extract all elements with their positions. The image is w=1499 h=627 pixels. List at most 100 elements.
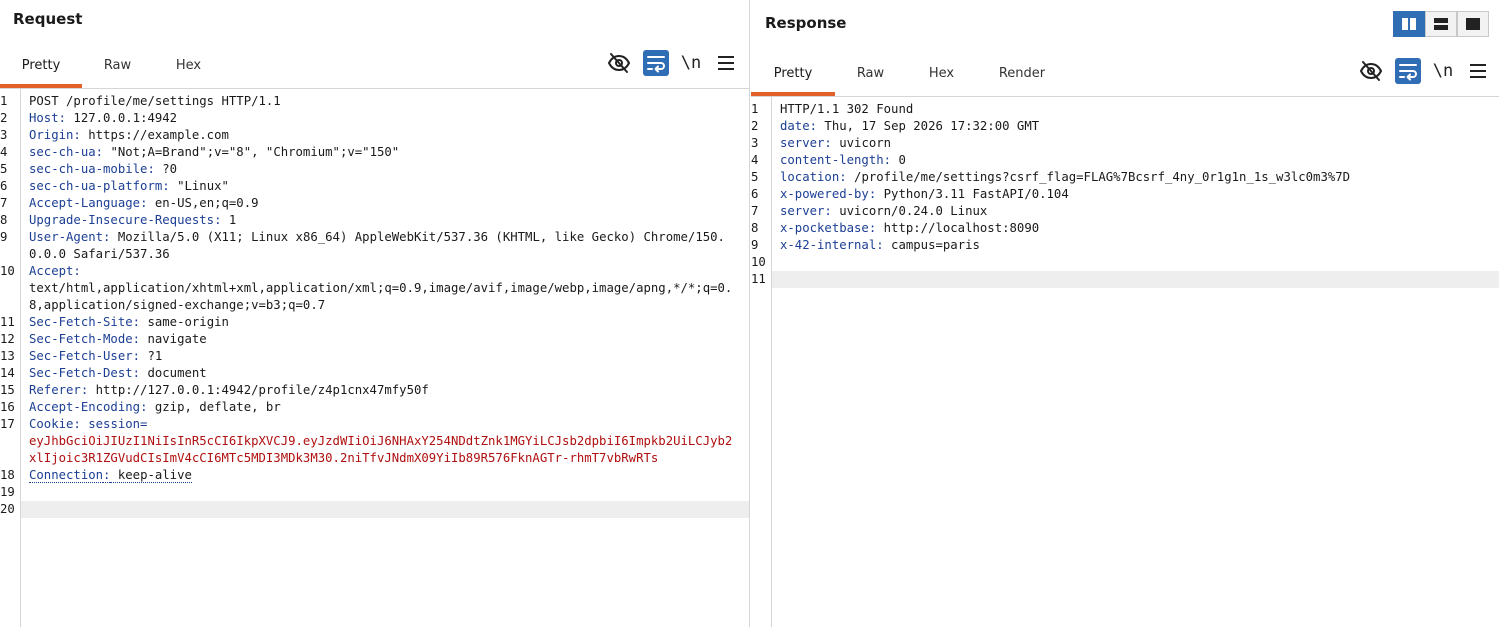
response-line[interactable]: 3 server: uvicorn xyxy=(751,135,1499,152)
line-code: Sec-Fetch-User: ?1 xyxy=(21,348,749,365)
header-name: location xyxy=(780,170,840,184)
response-line[interactable]: 11 ​ xyxy=(751,271,1499,288)
request-line[interactable]: 5 sec-ch-ua-mobile: ?0 xyxy=(0,161,749,178)
word-wrap-icon[interactable] xyxy=(1395,58,1421,84)
response-tab-raw[interactable]: Raw xyxy=(835,64,906,94)
response-line[interactable]: 10 ​ xyxy=(751,254,1499,271)
line-code: ​ xyxy=(772,271,1499,288)
header-value: /profile/me/settings?csrf_flag=FLAG%7Bcs… xyxy=(846,170,1351,184)
line-number: 7 xyxy=(751,204,759,218)
header-value: en-US,en;q=0.9 xyxy=(147,196,259,210)
line-number: 3 xyxy=(0,128,8,142)
line-code: server: uvicorn/0.24.0 Linux xyxy=(772,203,1499,220)
request-tab-raw[interactable]: Raw xyxy=(82,56,153,86)
line-number: 6 xyxy=(0,179,8,193)
request-line[interactable]: 7 Accept-Language: en-US,en;q=0.9 xyxy=(0,195,749,212)
request-line[interactable]: 1 POST /profile/me/settings HTTP/1.1 xyxy=(0,93,749,110)
request-editor[interactable]: 1 POST /profile/me/settings HTTP/1.1 2 Host… xyxy=(0,89,749,627)
line-code: server: uvicorn xyxy=(772,135,1499,152)
header-name: sec-ch-ua xyxy=(29,145,96,159)
split-vertical-icon[interactable] xyxy=(1393,11,1425,37)
line-number: 1 xyxy=(751,102,759,116)
line-code: Host: 127.0.0.1:4942 xyxy=(21,110,749,127)
request-line[interactable]: 18 Connection: keep-alive xyxy=(0,467,749,484)
line-code: HTTP/1.1 302 Found xyxy=(780,102,914,116)
header-colon: : xyxy=(73,128,81,142)
header-name: Sec-Fetch-User xyxy=(29,349,133,363)
request-line[interactable]: 6 sec-ch-ua-platform: "Linux" xyxy=(0,178,749,195)
request-line[interactable]: 3 Origin: https://example.com xyxy=(0,127,749,144)
header-colon: : xyxy=(147,162,155,176)
request-line[interactable]: 9 User-Agent: Mozilla/5.0 (X11; Linux x86… xyxy=(0,229,749,263)
hamburger-menu-icon[interactable] xyxy=(1465,58,1491,84)
request-line[interactable]: 15 Referer: http://127.0.0.1:4942/profile… xyxy=(0,382,749,399)
header-colon: : xyxy=(809,119,818,133)
response-line[interactable]: 7 server: uvicorn/0.24.0 Linux xyxy=(751,203,1499,220)
header-value: 127.0.0.1:4942 xyxy=(66,111,178,125)
line-code: content-length: 0 xyxy=(772,152,1499,169)
request-line[interactable]: 16 Accept-Encoding: gzip, deflate, br xyxy=(0,399,749,416)
response-tab-hex[interactable]: Hex xyxy=(906,64,977,94)
request-tab-hex[interactable]: Hex xyxy=(153,56,224,86)
line-number: 11 xyxy=(751,272,766,286)
line-code: Cookie: session= eyJhbGciOiJIUzI1NiIsInR… xyxy=(21,416,749,467)
header-value: http://127.0.0.1:4942/profile/z4p1cnx47m… xyxy=(88,383,429,397)
request-line[interactable]: 11 Sec-Fetch-Site: same-origin xyxy=(0,314,749,331)
request-line[interactable]: 14 Sec-Fetch-Dest: document xyxy=(0,365,749,382)
request-panel: Request Pretty Raw Hex \n 1 POST /profil… xyxy=(0,0,750,627)
header-colon: : xyxy=(824,204,832,218)
eye-off-icon[interactable] xyxy=(606,50,632,76)
request-line[interactable]: 13 Sec-Fetch-User: ?1 xyxy=(0,348,749,365)
eye-off-icon[interactable] xyxy=(1358,58,1384,84)
line-code: Upgrade-Insecure-Requests: 1 xyxy=(21,212,749,229)
request-line[interactable]: 17 Cookie: session= eyJhbGciOiJIUzI1NiIsI… xyxy=(0,416,749,467)
newline-icon[interactable]: \n xyxy=(1432,58,1454,84)
response-tab-render[interactable]: Render xyxy=(977,64,1067,94)
line-code: ​ xyxy=(21,484,749,501)
line-number: 8 xyxy=(0,213,8,227)
request-title: Request xyxy=(13,10,83,28)
response-line[interactable]: 9 x-42-internal: campus=paris xyxy=(751,237,1499,254)
request-line[interactable]: 19 ​ xyxy=(0,484,749,501)
response-panel: Response Pretty Raw Hex Render \n 1 HTTP… xyxy=(751,0,1499,627)
word-wrap-icon[interactable] xyxy=(643,50,669,76)
request-tab-pretty[interactable]: Pretty xyxy=(0,56,82,88)
header-value: uvicorn xyxy=(831,136,892,150)
response-line[interactable]: 4 content-length: 0 xyxy=(751,152,1499,169)
header-value: uvicorn/0.24.0 Linux xyxy=(831,204,988,218)
header-name: Origin xyxy=(29,128,74,142)
newline-icon[interactable]: \n xyxy=(680,50,702,76)
header-value: navigate xyxy=(140,332,207,346)
response-line[interactable]: 5 location: /profile/me/settings?csrf_fla… xyxy=(751,169,1499,186)
request-line[interactable]: 10 Accept: text/html,application/xhtml+xm… xyxy=(0,263,749,314)
line-number: 6 xyxy=(751,187,759,201)
response-line[interactable]: 8 x-pocketbase: http://localhost:8090 xyxy=(751,220,1499,237)
line-code: Sec-Fetch-Site: same-origin xyxy=(21,314,749,331)
line-code: x-pocketbase: http://localhost:8090 xyxy=(772,220,1499,237)
header-name: Accept-Language xyxy=(29,196,141,210)
line-number: 17 xyxy=(0,417,15,431)
response-line[interactable]: 6 x-powered-by: Python/3.11 FastAPI/0.104 xyxy=(751,186,1499,203)
line-code: User-Agent: Mozilla/5.0 (X11; Linux x86_… xyxy=(21,229,749,263)
response-editor[interactable]: 1 HTTP/1.1 302 Found 2 date: Thu, 17 Sep 20… xyxy=(751,97,1499,627)
request-line[interactable]: 20 ​ xyxy=(0,501,749,518)
split-horizontal-icon[interactable] xyxy=(1425,11,1457,37)
line-number: 5 xyxy=(751,170,759,184)
line-number: 11 xyxy=(0,315,15,329)
single-pane-icon[interactable] xyxy=(1457,11,1489,37)
response-line[interactable]: 2 date: Thu, 17 Sep 2026 17:32:00 GMT xyxy=(751,118,1499,135)
hamburger-menu-icon[interactable] xyxy=(713,50,739,76)
request-line[interactable]: 2 Host: 127.0.0.1:4942 xyxy=(0,110,749,127)
header-value: http://localhost:8090 xyxy=(876,221,1040,235)
response-line[interactable]: 1 HTTP/1.1 302 Found xyxy=(751,101,1499,118)
line-number: 7 xyxy=(0,196,8,210)
request-line[interactable]: 12 Sec-Fetch-Mode: navigate xyxy=(0,331,749,348)
response-tab-pretty[interactable]: Pretty xyxy=(751,64,835,96)
line-number: 2 xyxy=(0,111,8,125)
line-code: Accept-Encoding: gzip, deflate, br xyxy=(21,399,749,416)
request-line[interactable]: 8 Upgrade-Insecure-Requests: 1 xyxy=(0,212,749,229)
request-line[interactable]: 4 sec-ch-ua: "Not;A=Brand";v="8", "Chromi… xyxy=(0,144,749,161)
header-value: campus=paris xyxy=(883,238,980,252)
header-name: Host xyxy=(29,111,59,125)
header-name: server xyxy=(780,204,825,218)
